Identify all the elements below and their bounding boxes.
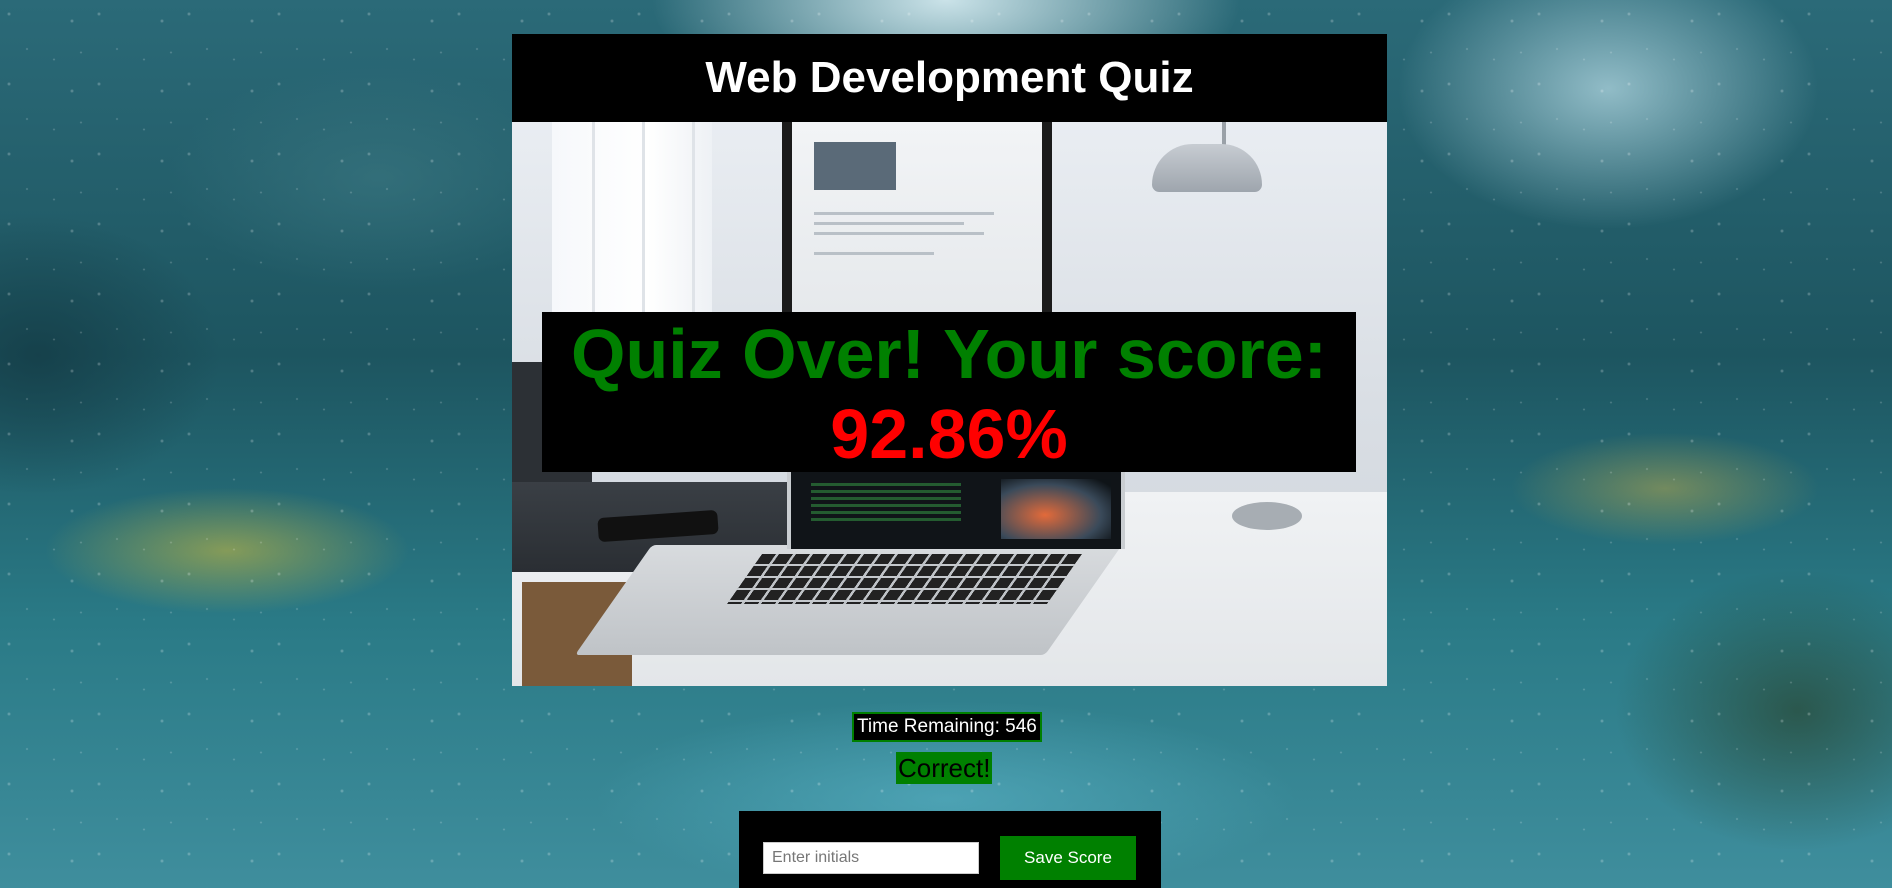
score-value: 92.86% xyxy=(830,395,1068,473)
score-panel: Quiz Over! Your score: 92.86% xyxy=(542,312,1356,473)
save-score-button[interactable]: Save Score xyxy=(1000,836,1136,880)
laptop-screen-illustration xyxy=(787,467,1125,549)
initials-input[interactable] xyxy=(763,842,979,874)
time-remaining: Time Remaining: 546 xyxy=(852,712,1042,742)
page-title: Web Development Quiz xyxy=(512,34,1387,122)
lamp-illustration xyxy=(1152,122,1262,202)
hero-image: Quiz Over! Your score: 92.86% xyxy=(512,122,1387,686)
score-label: Quiz Over! Your score: xyxy=(571,315,1327,393)
vase-illustration xyxy=(1232,502,1302,530)
quiz-card: Web Development Quiz Quiz Over! Your sco… xyxy=(512,34,1387,686)
save-score-panel: Save Score xyxy=(739,811,1161,888)
keyboard-illustration xyxy=(726,554,1082,604)
monitor-illustration xyxy=(782,122,1052,322)
answer-feedback: Correct! xyxy=(896,752,993,784)
